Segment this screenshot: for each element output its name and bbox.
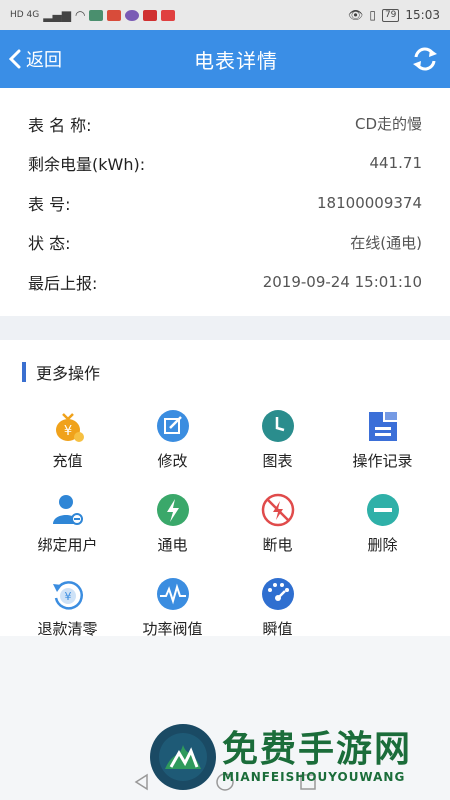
more-operations: 更多操作 ¥ 充值 修改 图表 操作记录 绑定用户 通电 断电 删除 ¥ 退款清零 功率阀值 瞬值 xyxy=(0,339,450,648)
refund-icon: ¥ xyxy=(50,576,86,612)
section-divider xyxy=(0,315,450,340)
op-label: 绑定用户 xyxy=(37,535,98,554)
network-indicator: HD 4G xyxy=(10,10,40,20)
wifi-icon: ◠ xyxy=(74,8,86,22)
eye-icon: 👁 xyxy=(348,8,364,22)
op-power-off-button[interactable]: 断电 xyxy=(225,492,330,564)
delete-icon xyxy=(365,492,401,528)
status-label: 状 态: xyxy=(28,234,71,254)
op-label: 删除 xyxy=(367,535,398,554)
chevron-left-icon xyxy=(8,49,21,69)
app-bar: 返回 电表详情 xyxy=(0,30,450,88)
power-on-icon xyxy=(155,492,191,528)
ops-header: 更多操作 xyxy=(0,360,450,384)
page-title: 电表详情 xyxy=(194,48,278,73)
recharge-icon: ¥ xyxy=(50,408,86,444)
op-bind-user-button[interactable]: 绑定用户 xyxy=(15,492,120,564)
info-row-status: 状 态: 在线(通电) xyxy=(28,223,422,263)
info-row-report: 最后上报: 2019-09-24 15:01:10 xyxy=(28,262,422,302)
op-delete-button[interactable]: 删除 xyxy=(330,492,435,564)
edit-icon xyxy=(155,408,191,444)
chart-clock-icon xyxy=(260,408,296,444)
name-label: 表 名 称: xyxy=(28,115,92,135)
status-right: 👁 ▯ 79 15:03 xyxy=(348,8,440,22)
watermark: 免费手游网 MIANFEISHOUYOUWANG xyxy=(150,724,412,790)
status-bar: HD 4G ▂▄▆ ◠ 👁 ▯ 79 15:03 xyxy=(0,0,450,30)
app-notification-icon xyxy=(89,9,104,21)
op-record-button[interactable]: 操作记录 xyxy=(330,408,435,480)
bottom-area: 免费手游网 MIANFEISHOUYOUWANG xyxy=(0,636,450,800)
op-label: 充值 xyxy=(52,451,83,470)
info-row-name: 表 名 称: CD走的慢 xyxy=(28,104,422,144)
op-label: 断电 xyxy=(262,535,293,554)
op-label: 操作记录 xyxy=(352,451,413,470)
nav-back-icon[interactable] xyxy=(132,772,152,792)
bind-user-icon xyxy=(50,492,86,528)
refresh-icon[interactable] xyxy=(410,44,440,74)
report-value: 2019-09-24 15:01:10 xyxy=(262,272,422,291)
battery-indicator: 79 xyxy=(381,8,400,22)
ops-grid: ¥ 充值 修改 图表 操作记录 绑定用户 通电 断电 删除 ¥ 退款清零 功率阀值 瞬值 xyxy=(0,384,450,648)
section-accent-bar xyxy=(22,361,26,382)
svg-text:¥: ¥ xyxy=(63,424,71,439)
report-label: 最后上报: xyxy=(28,273,98,293)
back-label: 返回 xyxy=(26,50,62,71)
meter-info: 表 名 称: CD走的慢 剩余电量(kWh): 441.71 表 号: 1810… xyxy=(0,88,450,316)
power-off-icon xyxy=(260,492,296,528)
op-label: 图表 xyxy=(262,451,293,470)
info-row-number: 表 号: 18100009374 xyxy=(28,183,422,223)
number-value: 18100009374 xyxy=(317,193,422,212)
op-label: 修改 xyxy=(157,451,188,470)
app-notification-icon xyxy=(161,9,176,21)
op-edit-button[interactable]: 修改 xyxy=(120,408,225,480)
app-notification-icon xyxy=(107,9,122,21)
op-power-on-button[interactable]: 通电 xyxy=(120,492,225,564)
number-label: 表 号: xyxy=(28,194,71,214)
app-notification-icon xyxy=(125,9,140,21)
watermark-logo-icon xyxy=(150,724,216,790)
vibrate-icon: ▯ xyxy=(369,8,376,22)
name-value: CD走的慢 xyxy=(354,115,422,134)
svg-text:¥: ¥ xyxy=(64,590,71,603)
op-label: 通电 xyxy=(157,535,188,554)
ops-title: 更多操作 xyxy=(36,363,101,383)
op-chart-clock-button[interactable]: 图表 xyxy=(225,408,330,480)
app-notification-icon xyxy=(143,9,158,21)
watermark-text: 免费手游网 MIANFEISHOUYOUWANG xyxy=(222,729,413,785)
remaining-label: 剩余电量(kWh): xyxy=(28,155,146,175)
watermark-title: 免费手游网 xyxy=(222,729,413,770)
op-recharge-button[interactable]: ¥ 充值 xyxy=(15,408,120,480)
watermark-subtitle: MIANFEISHOUYOUWANG xyxy=(222,770,406,784)
record-icon xyxy=(365,408,401,444)
back-button[interactable]: 返回 xyxy=(8,46,62,72)
clock: 15:03 xyxy=(405,8,440,22)
status-left: HD 4G ▂▄▆ ◠ xyxy=(10,8,176,22)
power-threshold-icon xyxy=(155,576,191,612)
remaining-value: 441.71 xyxy=(369,154,423,173)
status-value: 在线(通电) xyxy=(350,233,422,252)
instant-value-icon xyxy=(260,576,296,612)
signal-icon: ▂▄▆ xyxy=(43,8,71,22)
info-row-remaining: 剩余电量(kWh): 441.71 xyxy=(28,144,422,184)
